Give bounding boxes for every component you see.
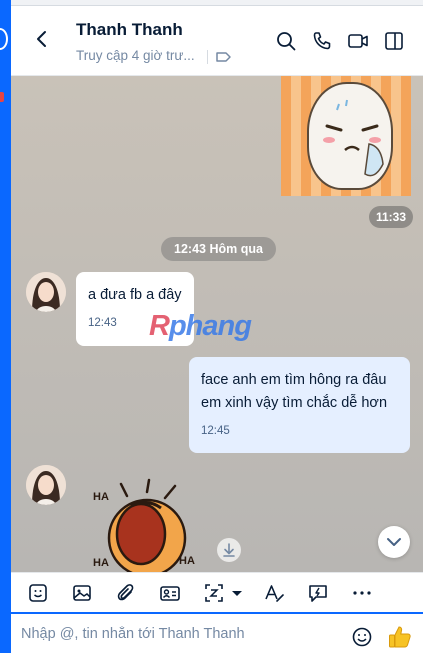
sidebar-toggle-icon[interactable] (383, 30, 405, 52)
date-separator: 12:43 Hôm qua (161, 237, 276, 261)
phone-icon[interactable] (311, 30, 333, 52)
svg-text:HA: HA (93, 557, 109, 569)
message-text-line-2: em xinh vậy tìm chắc dễ hơn (201, 395, 388, 411)
watermark-r: R (149, 310, 170, 342)
svg-text:HA: HA (179, 555, 195, 567)
message-input[interactable] (21, 622, 341, 646)
watermark-logo: Rphang (149, 310, 252, 343)
contact-avatar[interactable] (26, 272, 66, 312)
emoji-icon[interactable] (351, 626, 373, 648)
message-composer (11, 612, 423, 653)
chevron-down-icon[interactable] (229, 582, 245, 604)
notification-dot (0, 92, 4, 102)
text-format-icon[interactable] (263, 582, 285, 604)
scroll-to-bottom-button[interactable] (378, 526, 410, 558)
watermark-text: phang (168, 310, 252, 342)
download-button[interactable] (217, 538, 241, 562)
back-icon[interactable] (31, 28, 53, 50)
status-divider (207, 50, 208, 64)
app-sidebar-strip (0, 0, 11, 653)
quick-message-icon[interactable] (307, 582, 329, 604)
thumbs-up-icon[interactable] (387, 624, 413, 650)
chevron-down-icon (387, 538, 401, 546)
last-active-status: Truy cập 4 giờ trư... (76, 48, 195, 63)
message-text-line-1: face anh em tìm hông ra đâu (201, 372, 387, 388)
composer-toolbar (11, 572, 423, 612)
image-icon[interactable] (71, 582, 93, 604)
sticker-crying-face[interactable] (281, 76, 411, 196)
svg-text:HA: HA (93, 491, 109, 503)
contact-avatar[interactable] (26, 465, 66, 505)
message-text: a đưa fb a đây (88, 287, 182, 303)
chat-header: Thanh Thanh Truy cập 4 giờ trư... (11, 6, 423, 76)
message-time: 12:45 (201, 425, 230, 437)
sticker-icon[interactable] (27, 582, 49, 604)
search-icon[interactable] (275, 30, 297, 52)
tag-icon[interactable] (215, 48, 233, 66)
screenshot-icon[interactable] (203, 582, 225, 604)
avatar-photo (26, 272, 66, 312)
message-bubble-outgoing[interactable]: face anh em tìm hông ra đâu em xinh vậy … (189, 357, 410, 453)
sticker-face (307, 82, 393, 190)
avatar-photo (26, 465, 66, 505)
sticker-timestamp: 11:33 (369, 206, 414, 228)
contact-name[interactable]: Thanh Thanh (76, 20, 183, 40)
download-icon (223, 543, 235, 557)
more-icon[interactable] (351, 582, 373, 604)
contact-card-icon[interactable] (159, 582, 181, 604)
profile-ring (0, 28, 8, 50)
attachment-icon[interactable] (115, 582, 137, 604)
sticker-drawing (323, 99, 384, 177)
video-call-icon[interactable] (347, 30, 369, 52)
sticker-laughing[interactable]: HA HA HA (91, 476, 211, 572)
message-list[interactable]: 11:33 12:43 Hôm qua a đưa fb a đây 12:43… (11, 76, 423, 572)
